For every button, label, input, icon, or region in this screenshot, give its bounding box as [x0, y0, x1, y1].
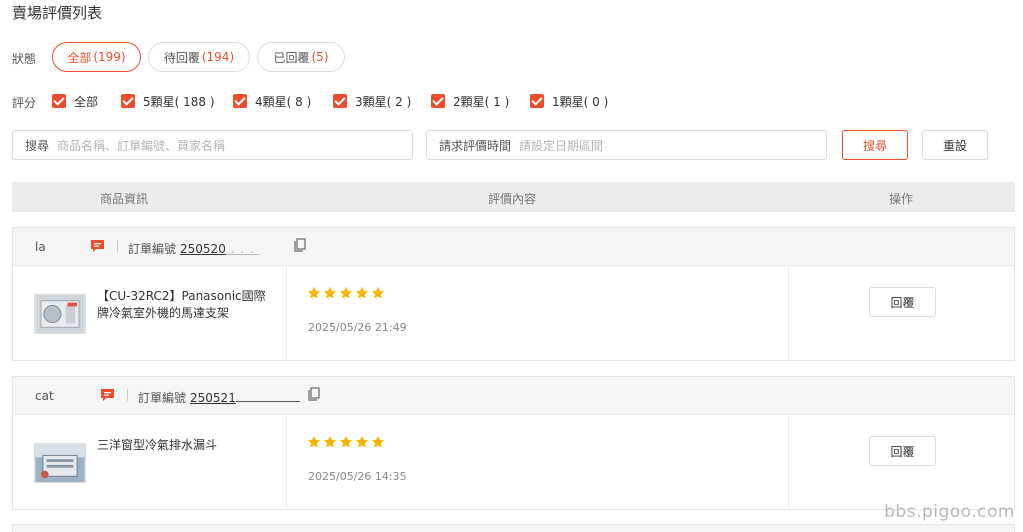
- product-thumbnail[interactable]: [34, 294, 86, 334]
- review-card-body: 【CU-32RC2】Panasonic國際牌冷氣室外機的馬達支架 2025/05…: [13, 266, 1014, 361]
- divider: [127, 389, 128, 401]
- star-icon: [307, 286, 321, 299]
- order-number-link[interactable]: 250521: [190, 391, 236, 405]
- review-card-body: 三洋窗型冷氣排水漏斗 2025/05/26 14:35 回覆: [13, 415, 1014, 510]
- star-icon: [339, 286, 353, 299]
- rating-option-3[interactable]: 3顆星( 2 ): [333, 92, 411, 110]
- column-divider: [788, 266, 789, 361]
- status-pill-all[interactable]: 全部 (199): [52, 42, 141, 72]
- rating-option-2[interactable]: 2顆星( 1 ): [431, 92, 509, 110]
- status-pill-replied-count: (5): [311, 50, 329, 64]
- status-pill-pending-count: (194): [201, 50, 235, 64]
- star-icon: [355, 435, 369, 448]
- status-pill-replied[interactable]: 已回覆 (5): [257, 42, 345, 72]
- header-review: 評價內容: [488, 192, 537, 206]
- search-input[interactable]: 搜尋 商品名稱、訂單編號、買家名稱: [12, 130, 413, 160]
- order-number-masked: [235, 392, 300, 402]
- rating-option-4[interactable]: 4顆星( 8 ): [233, 92, 311, 110]
- star-icon: [371, 286, 385, 299]
- search-field-label: 搜尋: [25, 138, 50, 153]
- buyer-name: la: [35, 240, 46, 254]
- rating-option-label: 全部: [74, 94, 99, 109]
- search-placeholder: 商品名稱、訂單編號、買家名稱: [57, 138, 226, 153]
- review-card: cat 訂單編號 250521 三洋窗型冷氣排水漏斗 2025/05/26 14…: [12, 376, 1015, 510]
- chat-icon[interactable]: [100, 388, 115, 402]
- checkbox-checked-icon[interactable]: [431, 94, 445, 108]
- buyer-name: cat: [35, 389, 54, 403]
- rating-option-label: 5顆星( 188 ): [143, 94, 215, 109]
- order-number: 訂單編號 250520 . . .: [128, 240, 260, 257]
- star-rating: [307, 286, 385, 300]
- star-icon: [355, 286, 369, 299]
- review-card-header: cat 訂單編號 250521: [13, 377, 1014, 415]
- rating-option-all[interactable]: 全部: [52, 92, 98, 110]
- order-number-link[interactable]: 250520: [180, 242, 226, 256]
- next-review-card-edge: [12, 524, 1015, 532]
- star-rating: [307, 435, 385, 449]
- status-pill-replied-label: 已回覆: [273, 50, 310, 65]
- status-pill-pending-label: 待回覆: [163, 50, 200, 65]
- checkbox-checked-icon[interactable]: [333, 94, 347, 108]
- status-pill-all-count: (199): [93, 50, 126, 64]
- reply-button[interactable]: 回覆: [869, 436, 936, 466]
- watermark: bbs.pigoo.com: [884, 502, 1015, 522]
- product-name[interactable]: 【CU-32RC2】Panasonic國際牌冷氣室外機的馬達支架: [97, 288, 277, 322]
- date-field-label: 請求評價時間: [439, 138, 512, 153]
- review-time: 2025/05/26 14:35: [308, 470, 407, 483]
- table-header: 商品資訊 評價內容 操作: [12, 182, 1015, 212]
- search-button[interactable]: 搜尋: [842, 130, 908, 160]
- rating-option-label: 2顆星( 1 ): [453, 94, 510, 109]
- order-number: 訂單編號 250521: [138, 389, 300, 406]
- header-action: 操作: [889, 192, 914, 206]
- copy-icon[interactable]: [308, 387, 320, 401]
- copy-icon[interactable]: [294, 238, 306, 252]
- star-icon: [339, 435, 353, 448]
- reply-button[interactable]: 回覆: [869, 287, 936, 317]
- rating-option-label: 1顆星( 0 ): [552, 94, 609, 109]
- header-product: 商品資訊: [100, 192, 149, 206]
- rating-label: 評分: [12, 96, 37, 110]
- star-icon: [371, 435, 385, 448]
- checkbox-checked-icon[interactable]: [121, 94, 135, 108]
- column-divider: [286, 415, 287, 510]
- product-name[interactable]: 三洋窗型冷氣排水漏斗: [97, 437, 277, 454]
- order-number-masked: . . .: [225, 242, 260, 256]
- chat-icon[interactable]: [90, 239, 105, 253]
- status-pill-pending[interactable]: 待回覆 (194): [148, 42, 250, 72]
- date-range-input[interactable]: 請求評價時間 請設定日期區間: [426, 130, 827, 160]
- star-icon: [307, 435, 321, 448]
- rating-option-1[interactable]: 1顆星( 0 ): [530, 92, 608, 110]
- star-icon: [323, 435, 337, 448]
- order-label: 訂單編號: [138, 391, 187, 405]
- rating-option-label: 3顆星( 2 ): [355, 94, 412, 109]
- review-card-header: la 訂單編號 250520 . . .: [13, 228, 1014, 266]
- checkbox-checked-icon[interactable]: [530, 94, 544, 108]
- page-title: 賣場評價列表: [12, 4, 103, 22]
- date-placeholder: 請設定日期區間: [519, 138, 604, 153]
- review-card: la 訂單編號 250520 . . . 【CU-32RC2】Panasonic國…: [12, 227, 1015, 361]
- checkbox-checked-icon[interactable]: [52, 94, 66, 108]
- review-time: 2025/05/26 21:49: [308, 321, 407, 334]
- column-divider: [286, 266, 287, 361]
- rating-option-label: 4顆星( 8 ): [255, 94, 312, 109]
- divider: [117, 240, 118, 252]
- checkbox-checked-icon[interactable]: [233, 94, 247, 108]
- order-label: 訂單編號: [128, 242, 177, 256]
- status-label: 狀態: [12, 52, 37, 66]
- star-icon: [323, 286, 337, 299]
- column-divider: [788, 415, 789, 510]
- reset-button[interactable]: 重設: [922, 130, 988, 160]
- status-pill-all-label: 全部: [67, 50, 92, 65]
- rating-option-5[interactable]: 5顆星( 188 ): [121, 92, 215, 110]
- product-thumbnail[interactable]: [34, 443, 86, 483]
